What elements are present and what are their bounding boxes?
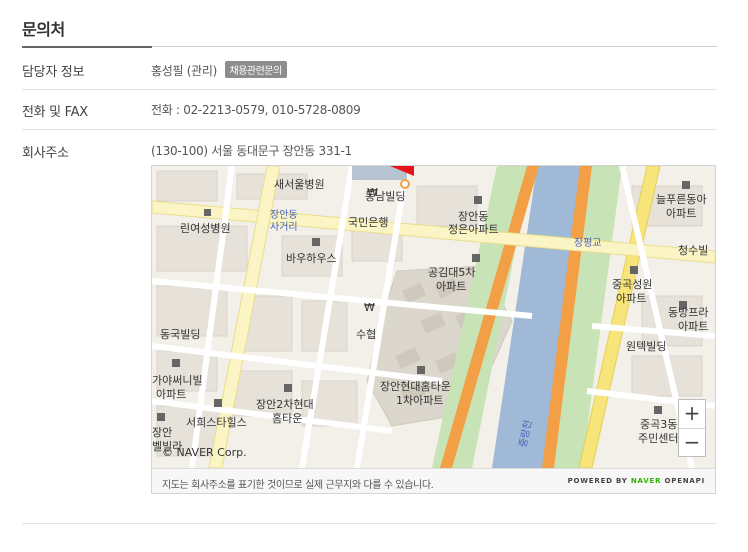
bank-icon: ₩ <box>364 301 375 314</box>
address-label: 회사주소 <box>22 146 69 161</box>
map-disclaimer: 지도는 회사주소를 표기한 것이므로 실제 근무지와 다를 수 있습니다. <box>162 480 434 491</box>
map-label: 주민센터 <box>638 432 678 445</box>
map-label: 정은아파트 <box>448 223 499 236</box>
map-label: 서희스타힐스 <box>186 416 247 429</box>
map-label: 장안현대홈타운 <box>380 379 451 393</box>
apartment-icon <box>417 366 425 374</box>
phone-label: 전화 및 FAX <box>22 105 88 120</box>
apartment-icon <box>472 254 480 262</box>
map-label: 수협 <box>356 328 376 341</box>
map-label: 원텍빌딩 <box>626 340 666 353</box>
row-divider <box>22 523 717 524</box>
zoom-in-button[interactable]: + <box>679 400 705 429</box>
map-label: 장평교 <box>574 237 602 249</box>
map-label: 국민은행 <box>348 216 388 229</box>
zoom-out-button[interactable]: − <box>679 429 705 457</box>
apartment-icon <box>474 196 482 204</box>
map-label: 장안동 <box>270 209 298 221</box>
map-label: 사거리 <box>270 221 298 233</box>
apartment-icon <box>630 266 638 274</box>
map-label: 늘푸른동아 <box>656 193 707 206</box>
map-copyright: © NAVER Corp. <box>162 446 247 459</box>
contact-label: 담당자 정보 <box>22 65 85 80</box>
map-label: 가야써니빌 <box>152 374 203 387</box>
hiring-inquiry-badge: 채용관련문의 <box>224 61 287 78</box>
map-label: 아파트 <box>436 280 466 293</box>
map-label: 아파트 <box>678 320 708 333</box>
address-value: (130-100) 서울 동대문구 장안동 331-1 <box>151 144 352 158</box>
apartment-icon <box>157 413 165 421</box>
map-label: 공김대5차 <box>428 266 475 279</box>
apartment-icon <box>172 359 180 367</box>
map-label: 장안 <box>152 426 172 439</box>
map-label: 장안2차현대 <box>256 398 314 411</box>
map-label: 동국빌딩 <box>160 328 200 341</box>
contact-name: 홍성필 (관리) <box>151 64 217 78</box>
map-label: 새서울병원 <box>274 178 325 191</box>
apartment-icon <box>214 399 222 407</box>
map-label: 청수빌 <box>678 244 708 257</box>
contact-value: 홍성필 (관리) 채용관련문의 <box>151 61 287 79</box>
map-label: 홈타운 <box>272 411 302 425</box>
naver-openapi-logo: POWERED BY NAVER OPENAPI <box>567 477 705 485</box>
apartment-icon <box>682 181 690 189</box>
map-label: 동방프라 <box>668 306 708 319</box>
map-label: 아파트 <box>616 292 646 305</box>
map-canvas[interactable]: ₩ ₩ 새서울병원 동남빌딩 장안동 사거리 국민은행 장안동 정은아파트 장평… <box>152 166 715 468</box>
row-divider <box>22 89 717 90</box>
map-label: 장안동 <box>458 210 488 223</box>
map-label: 중곡3동 <box>640 418 677 431</box>
map-label: 동남빌딩 <box>365 190 405 203</box>
hospital-icon <box>204 209 211 216</box>
title-divider-accent <box>22 46 152 48</box>
map-zoom-control: + − <box>678 399 706 457</box>
map-label: 아파트 <box>666 207 696 220</box>
phone-value: 전화 : 02-2213-0579, 010-5728-0809 <box>151 103 361 117</box>
map-label: 아파트 <box>156 388 186 401</box>
apartment-icon <box>284 384 292 392</box>
section-title: 문의처 <box>22 20 65 39</box>
map-label: 1차아파트 <box>396 394 443 407</box>
map-label: 바우하우스 <box>286 251 337 265</box>
map-footer: 지도는 회사주소를 표기한 것이므로 실제 근무지와 다를 수 있습니다. PO… <box>152 468 715 493</box>
building-icon <box>654 406 662 414</box>
building-icon <box>312 238 320 246</box>
row-divider <box>22 129 717 130</box>
map-label: 중곡성원 <box>612 278 652 291</box>
map-label: 린여성병원 <box>180 222 231 235</box>
location-map[interactable]: ₩ ₩ 새서울병원 동남빌딩 장안동 사거리 국민은행 장안동 정은아파트 장평… <box>151 165 716 494</box>
